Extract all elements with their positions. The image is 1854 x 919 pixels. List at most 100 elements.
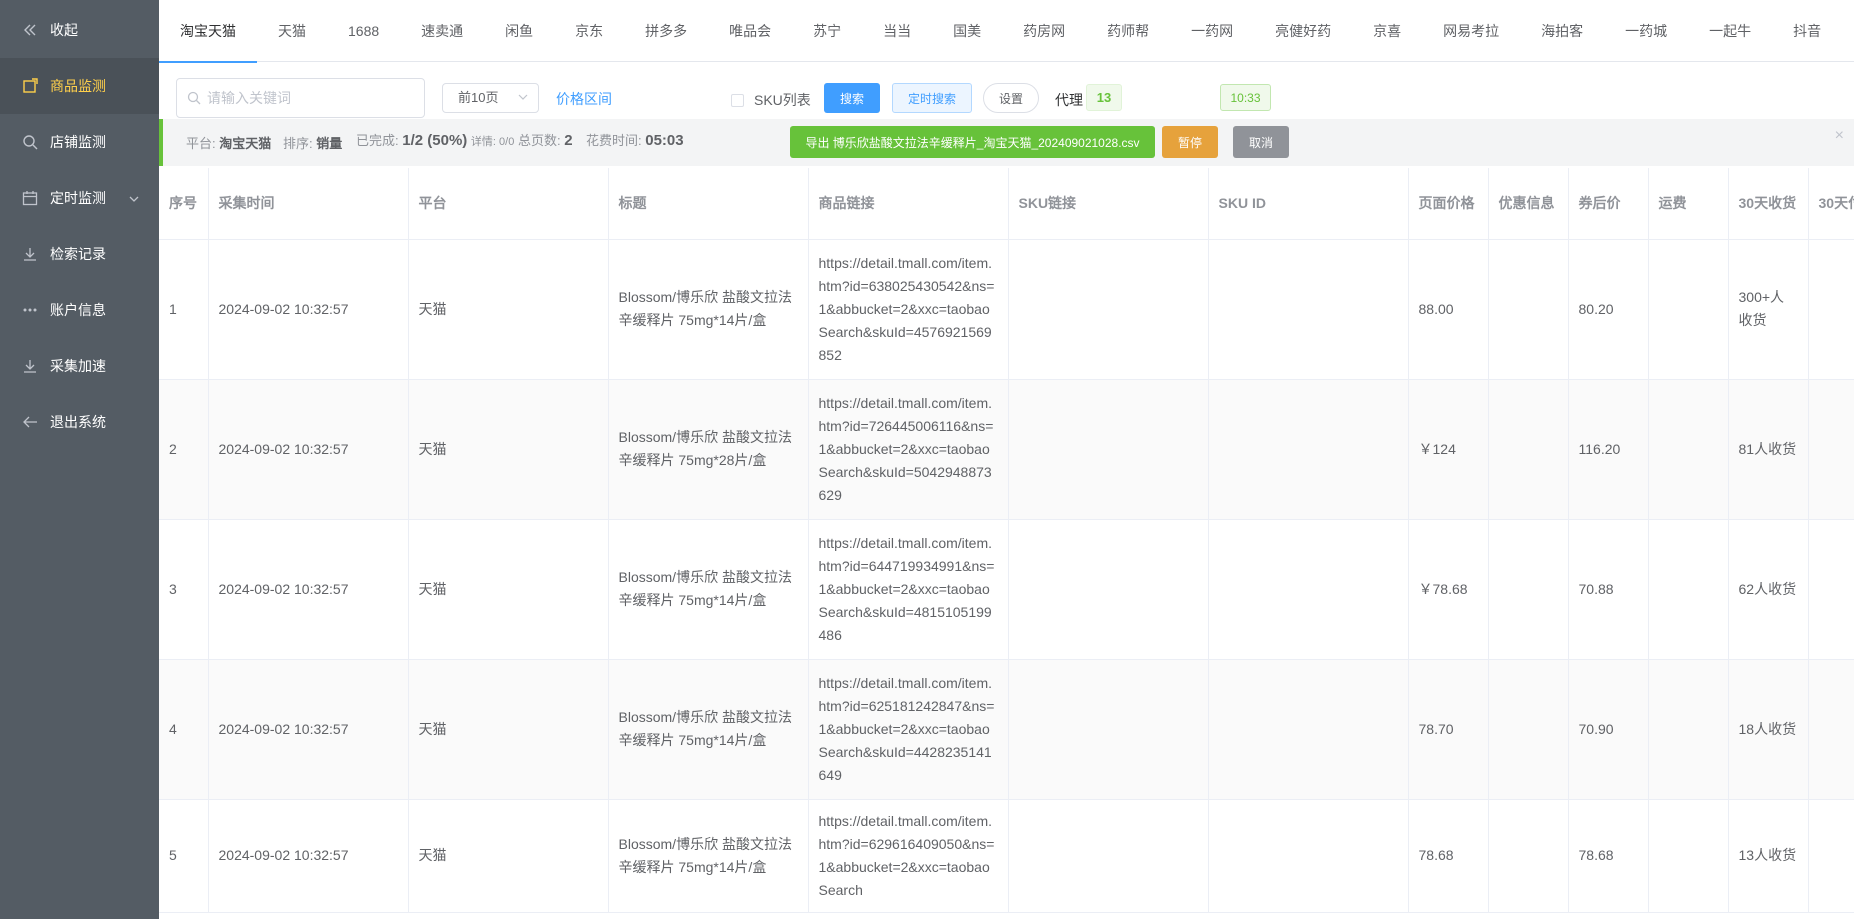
search-box[interactable]	[176, 78, 425, 118]
task-status-bar: 平台: 淘宝天猫 排序: 销量 已完成: 1/2 (50%) 详情: 0/0 总…	[159, 119, 1854, 166]
cell-title: Blossom/博乐欣 盐酸文拉法辛缓释片 75mg*14片/盒	[608, 799, 809, 913]
total-pages-value: 2	[564, 132, 573, 149]
results-table-container[interactable]: 序号 采集时间 平台 标题 商品链接 SKU链接 SKU ID 页面价格 优惠信…	[159, 168, 1854, 919]
column-header-product-link: 商品链接	[808, 168, 1009, 240]
tab-kaola[interactable]: 网易考拉	[1422, 0, 1520, 62]
column-header-index: 序号	[159, 168, 209, 240]
cell-coupon-price: 70.90	[1568, 659, 1649, 800]
tab-vipshop[interactable]: 唯品会	[708, 0, 792, 62]
table-row[interactable]: 4 2024-09-02 10:32:57 天猫 Blossom/博乐欣 盐酸文拉法辛…	[159, 659, 1854, 800]
download-icon	[22, 358, 38, 374]
sidebar-item-timed-monitor[interactable]: 定时监测	[0, 170, 159, 226]
sidebar-item-logout[interactable]: 退出系统	[0, 394, 159, 450]
tab-yaofangwang[interactable]: 药房网	[1002, 0, 1086, 62]
proxy-label: 代理	[1055, 92, 1083, 108]
sidebar-item-shop-monitor[interactable]: 店铺监测	[0, 114, 159, 170]
main-panel: 淘宝天猫 天猫 1688 速卖通 闲鱼 京东 拼多多 唯品会 苏宁 当当 国美 …	[159, 0, 1854, 919]
cell-shipping	[1648, 659, 1729, 800]
export-csv-button[interactable]: 导出 博乐欣盐酸文拉法辛缓释片_淘宝天猫_202409021028.csv	[790, 126, 1155, 158]
cell-discount-info	[1488, 659, 1569, 800]
table-row[interactable]: 2 2024-09-02 10:32:57 天猫 Blossom/博乐欣 盐酸文拉法辛…	[159, 379, 1854, 520]
tab-yiyaocheng[interactable]: 一药城	[1604, 0, 1688, 62]
cell-index: 2	[159, 379, 209, 520]
price-range-link[interactable]: 价格区间	[556, 89, 612, 109]
sidebar-item-product-monitor[interactable]: 商品监测	[0, 58, 159, 114]
settings-button[interactable]: 设置	[983, 83, 1039, 113]
cell-discount-info	[1488, 239, 1569, 380]
tab-jd[interactable]: 京东	[554, 0, 624, 62]
tab-jingxi[interactable]: 京喜	[1352, 0, 1422, 62]
platform-status-label: 平台:	[186, 136, 216, 151]
cell-sku-id	[1208, 519, 1409, 660]
tab-dangdang[interactable]: 当当	[862, 0, 932, 62]
column-header-sku-link: SKU链接	[1008, 168, 1209, 240]
pages-select[interactable]: 前10页	[442, 83, 539, 113]
cell-product-link[interactable]: https://detail.tmall.com/item.htm?id=638…	[808, 239, 1009, 380]
sidebar-item-label: 检索记录	[50, 246, 106, 262]
tab-xianyu[interactable]: 闲鱼	[484, 0, 554, 62]
search-icon	[22, 134, 38, 150]
sidebar-item-label: 店铺监测	[50, 134, 106, 150]
tab-douyin[interactable]: 抖音	[1772, 0, 1842, 62]
total-pages-label: 总页数:	[518, 133, 561, 148]
sku-list-label: SKU列表	[754, 92, 811, 108]
sidebar-item-search-history[interactable]: 检索记录	[0, 226, 159, 282]
tab-pinduoduo[interactable]: 拼多多	[624, 0, 708, 62]
tab-aliexpress[interactable]: 速卖通	[400, 0, 484, 62]
checkbox-box[interactable]	[731, 93, 744, 107]
cell-title: Blossom/博乐欣 盐酸文拉法辛缓释片 75mg*14片/盒	[608, 239, 809, 380]
cell-product-link[interactable]: https://detail.tmall.com/item.htm?id=726…	[808, 379, 1009, 520]
cell-platform: 天猫	[408, 659, 609, 800]
tab-liangjian[interactable]: 亮健好药	[1254, 0, 1352, 62]
completed-status-value: 1/2 (50%)	[402, 132, 468, 149]
sidebar-item-account[interactable]: 账户信息	[0, 282, 159, 338]
sidebar-item-collapse[interactable]: 收起	[0, 2, 159, 58]
search-input[interactable]	[207, 90, 407, 106]
cell-platform: 天猫	[408, 519, 609, 660]
sku-list-checkbox[interactable]: SKU列表	[731, 90, 811, 110]
cell-sku-link	[1008, 659, 1209, 800]
pause-button[interactable]: 暂停	[1162, 126, 1218, 158]
tab-taobao-tmall[interactable]: 淘宝天猫	[159, 0, 257, 63]
tab-gome[interactable]: 国美	[932, 0, 1002, 62]
cell-discount-info	[1488, 379, 1569, 520]
tab-tmall[interactable]: 天猫	[257, 0, 327, 62]
results-table-body: 1 2024-09-02 10:32:57 天猫 Blossom/博乐欣 盐酸文拉法辛…	[159, 239, 1854, 913]
product-monitor-icon	[22, 78, 38, 94]
cell-collect-time: 2024-09-02 10:32:57	[208, 519, 409, 660]
cell-index: 5	[159, 799, 209, 913]
search-button[interactable]: 搜索	[824, 83, 880, 113]
tab-yiqiniu[interactable]: 一起牛	[1688, 0, 1772, 62]
cell-30day-received: 62人收货	[1728, 519, 1809, 660]
tab-haipaike[interactable]: 海拍客	[1520, 0, 1604, 62]
cell-collect-time: 2024-09-02 10:32:57	[208, 799, 409, 913]
sort-status-value: 销量	[316, 136, 343, 151]
cell-product-link[interactable]: https://detail.tmall.com/item.htm?id=644…	[808, 519, 1009, 660]
tab-yiyaowang[interactable]: 一药网	[1170, 0, 1254, 62]
column-header-sku-id: SKU ID	[1208, 168, 1409, 240]
double-chevron-left-icon	[22, 22, 38, 38]
column-header-collect-time: 采集时间	[208, 168, 409, 240]
cell-collect-time: 2024-09-02 10:32:57	[208, 659, 409, 800]
sidebar-item-acceleration[interactable]: 采集加速	[0, 338, 159, 394]
cell-sku-link	[1008, 799, 1209, 913]
table-row[interactable]: 1 2024-09-02 10:32:57 天猫 Blossom/博乐欣 盐酸文拉法辛…	[159, 239, 1854, 380]
chevron-down-icon	[129, 191, 139, 207]
column-header-30day-paid: 30天付	[1808, 168, 1854, 240]
table-row[interactable]: 5 2024-09-02 10:32:57 天猫 Blossom/博乐欣 盐酸文拉法辛…	[159, 799, 1854, 913]
cell-discount-info	[1488, 799, 1569, 913]
cell-product-link[interactable]: https://detail.tmall.com/item.htm?id=625…	[808, 659, 1009, 800]
more-dots-icon	[22, 302, 38, 318]
sidebar: 收起 商品监测 店铺监测 定时监测 检索记录 账户信息 采集加速 退出系统	[0, 0, 159, 919]
cancel-button[interactable]: 取消	[1233, 126, 1289, 158]
tab-1688[interactable]: 1688	[327, 0, 400, 62]
cell-shipping	[1648, 239, 1729, 380]
table-row[interactable]: 3 2024-09-02 10:32:57 天猫 Blossom/博乐欣 盐酸文拉法辛…	[159, 519, 1854, 660]
close-icon[interactable]: ×	[1835, 127, 1844, 145]
timed-search-button[interactable]: 定时搜索	[892, 83, 972, 113]
tab-suning[interactable]: 苏宁	[792, 0, 862, 62]
tab-yaoshibang[interactable]: 药师帮	[1086, 0, 1170, 62]
cell-product-link[interactable]: https://detail.tmall.com/item.htm?id=629…	[808, 799, 1009, 913]
cell-30day-paid	[1808, 239, 1854, 380]
cell-sku-link	[1008, 519, 1209, 660]
